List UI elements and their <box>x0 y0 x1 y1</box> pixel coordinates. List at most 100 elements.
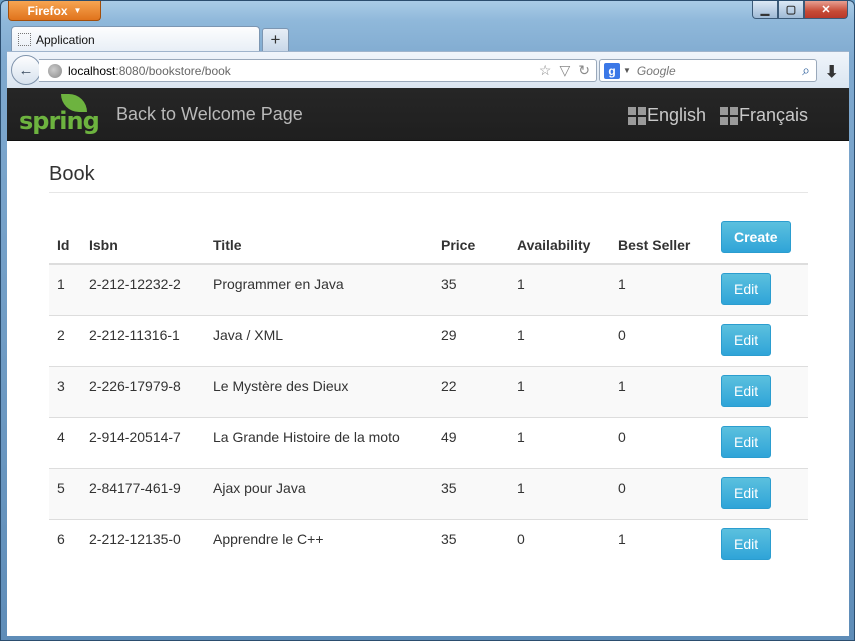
cell-title: Apprendre le C++ <box>205 518 433 570</box>
cell-price: 22 <box>433 365 509 417</box>
cell-isbn: 2-212-11316-1 <box>81 314 205 366</box>
edit-button[interactable]: Edit <box>721 476 772 509</box>
cell-best-seller: 0 <box>610 467 713 519</box>
cell-title: Ajax pour Java <box>205 467 433 519</box>
cell-price: 29 <box>433 314 509 366</box>
page-title: Book <box>49 163 808 193</box>
main-content: Book Id Isbn Title Price Availability Be… <box>49 141 808 570</box>
edit-button[interactable]: Edit <box>721 323 772 356</box>
column-header-availability: Availability <box>509 221 610 265</box>
cell-isbn: 2-226-17979-8 <box>81 365 205 417</box>
column-header-actions: Create <box>713 221 808 265</box>
table-row: 1 2-212-12232-2 Programmer en Java 35 1 … <box>49 264 808 315</box>
cell-actions: Edit <box>713 264 808 315</box>
close-window-button[interactable]: ✕ <box>804 1 848 19</box>
browser-tab[interactable]: Application <box>11 26 260 52</box>
url-icons: ☆ ▽ ↻ <box>539 62 590 79</box>
cell-availability: 0 <box>509 518 610 570</box>
cell-id: 6 <box>49 518 81 570</box>
cell-availability: 1 <box>509 365 610 417</box>
reload-icon[interactable]: ↻ <box>578 62 590 79</box>
cell-isbn: 2-212-12232-2 <box>81 264 205 315</box>
language-english-label: English <box>647 105 707 125</box>
table-header-row: Id Isbn Title Price Availability Best Se… <box>49 221 808 265</box>
search-bar[interactable]: g ▼ Google ⌕ <box>599 59 817 82</box>
cell-availability: 1 <box>509 264 610 315</box>
column-header-isbn: Isbn <box>81 221 205 265</box>
cell-availability: 1 <box>509 314 610 366</box>
page-favicon-icon <box>18 33 31 46</box>
search-engine-caret-icon[interactable]: ▼ <box>623 66 631 75</box>
firefox-menu-button[interactable]: Firefox ▼ <box>8 1 101 21</box>
globe-icon <box>48 63 62 78</box>
cell-actions: Edit <box>713 314 808 366</box>
column-header-price: Price <box>433 221 509 265</box>
cell-availability: 1 <box>509 416 610 468</box>
edit-button[interactable]: Edit <box>721 374 772 407</box>
cell-availability: 1 <box>509 467 610 519</box>
cell-title: La Grande Histoire de la moto <box>205 416 433 468</box>
cell-title: Programmer en Java <box>205 264 433 315</box>
table-row: 4 2-914-20514-7 La Grande Histoire de la… <box>49 416 808 468</box>
cell-price: 35 <box>433 467 509 519</box>
edit-button[interactable]: Edit <box>721 273 772 305</box>
cell-price: 49 <box>433 416 509 468</box>
maximize-button[interactable]: ▢ <box>778 1 804 19</box>
create-button[interactable]: Create <box>721 221 791 253</box>
cell-id: 5 <box>49 467 81 519</box>
cell-best-seller: 1 <box>610 365 713 417</box>
minimize-button[interactable]: ▁ <box>752 1 778 19</box>
search-icon[interactable]: ⌕ <box>802 62 810 79</box>
cell-price: 35 <box>433 264 509 315</box>
browser-window: Firefox ▼ ▁ ▢ ✕ Application + ← localhos… <box>0 0 855 641</box>
cell-isbn: 2-914-20514-7 <box>81 416 205 468</box>
spring-brand-text: spring <box>19 107 100 135</box>
url-path: :8080/bookstore/book <box>115 63 231 78</box>
url-host: localhost <box>68 63 116 78</box>
page-viewport: spring Back to Welcome Page English Fran… <box>7 88 849 636</box>
cell-best-seller: 1 <box>610 518 713 570</box>
bookmark-star-icon[interactable]: ☆ <box>539 62 552 79</box>
cell-best-seller: 0 <box>610 416 713 468</box>
back-button[interactable]: ← <box>11 55 41 85</box>
language-english-link[interactable]: English <box>628 105 706 126</box>
cell-id: 3 <box>49 365 81 417</box>
table-row: 5 2-84177-461-9 Ajax pour Java 35 1 0 Ed… <box>49 467 808 519</box>
history-dropdown-icon[interactable]: ▽ <box>559 62 570 79</box>
column-header-id: Id <box>49 221 81 265</box>
column-header-best-seller: Best Seller <box>610 221 713 265</box>
table-row: 3 2-226-17979-8 Le Mystère des Dieux 22 … <box>49 365 808 417</box>
tab-title: Application <box>36 32 95 47</box>
cell-actions: Edit <box>713 416 808 468</box>
column-header-title: Title <box>205 221 433 265</box>
cell-isbn: 2-84177-461-9 <box>81 467 205 519</box>
address-bar[interactable]: localhost :8080/bookstore/book ☆ ▽ ↻ <box>39 59 597 82</box>
download-icon[interactable]: ⬇ <box>825 62 838 82</box>
back-to-welcome-link[interactable]: Back to Welcome Page <box>116 104 303 125</box>
cell-title: Java / XML <box>205 314 433 366</box>
new-tab-button[interactable]: + <box>262 28 289 51</box>
browser-toolbar: ← localhost :8080/bookstore/book ☆ ▽ ↻ g… <box>7 51 849 88</box>
cell-actions: Edit <box>713 365 808 417</box>
window-controls: ▁ ▢ ✕ <box>752 1 848 19</box>
cell-actions: Edit <box>713 518 808 570</box>
grid-icon <box>720 106 738 125</box>
edit-button[interactable]: Edit <box>721 425 772 458</box>
cell-isbn: 2-212-12135-0 <box>81 518 205 570</box>
cell-id: 4 <box>49 416 81 468</box>
edit-button[interactable]: Edit <box>721 527 772 560</box>
cell-id: 1 <box>49 264 81 315</box>
table-row: 2 2-212-11316-1 Java / XML 29 1 0 Edit <box>49 314 808 366</box>
search-input[interactable]: Google <box>637 64 802 78</box>
cell-title: Le Mystère des Dieux <box>205 365 433 417</box>
cell-best-seller: 0 <box>610 314 713 366</box>
cell-price: 35 <box>433 518 509 570</box>
language-french-label: Français <box>739 105 809 125</box>
spring-logo[interactable]: spring <box>19 94 100 136</box>
google-icon[interactable]: g <box>604 62 620 79</box>
caret-down-icon: ▼ <box>73 6 82 15</box>
cell-id: 2 <box>49 314 81 366</box>
table-row: 6 2-212-12135-0 Apprendre le C++ 35 0 1 … <box>49 518 808 570</box>
language-french-link[interactable]: Français <box>720 105 808 126</box>
grid-icon <box>628 106 646 125</box>
